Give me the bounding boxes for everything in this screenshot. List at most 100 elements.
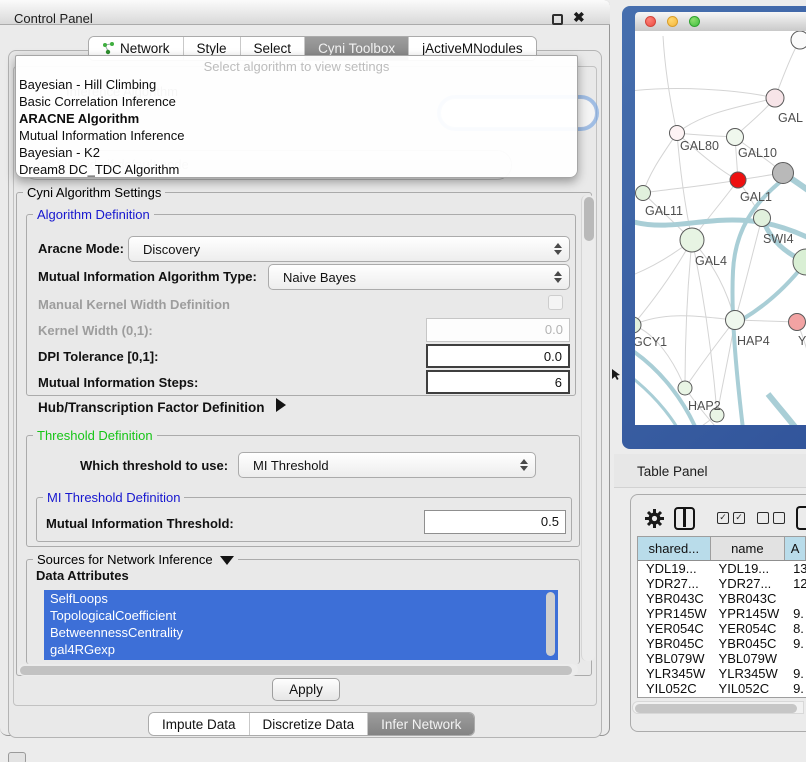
mi-threshold-input[interactable]: 0.5 (424, 510, 566, 534)
settings-horizontal-scrollbar[interactable] (18, 664, 578, 676)
network-node-gal10[interactable] (727, 129, 744, 146)
table-cell: 8. (785, 621, 806, 636)
unchecked-checkbox-icon[interactable] (757, 512, 769, 524)
dropdown-item[interactable]: ARACNE Algorithm (16, 110, 577, 127)
table-cell: 9. (785, 681, 806, 696)
table-row[interactable]: YBR043CYBR043C (638, 591, 806, 606)
network-node-gal1[interactable] (730, 172, 746, 188)
dropdown-item[interactable]: Basic Correlation Inference (16, 93, 577, 110)
mi-steps-input[interactable]: 6 (426, 370, 570, 394)
network-node-gal4[interactable] (680, 228, 704, 252)
attributes-list-scrollbar[interactable] (546, 592, 556, 658)
network-node[interactable] (793, 249, 806, 275)
kernel-width-input[interactable]: 0.0 (426, 318, 570, 342)
table-cell: 9. (785, 636, 806, 651)
node-table[interactable]: shared...nameA YDL19...YDL19...13YDR27..… (637, 536, 806, 698)
unchecked-checkbox-icon[interactable] (773, 512, 785, 524)
network-node[interactable] (791, 31, 806, 49)
tab-infer-network[interactable]: Infer Network (368, 713, 474, 735)
manual-kernel-checkbox[interactable] (548, 295, 563, 310)
table-cell: 9. (785, 606, 806, 621)
table-row[interactable]: YDL19...YDL19...13 (638, 561, 806, 576)
expand-arrow-icon[interactable] (276, 398, 286, 412)
minimize-traffic-light-icon[interactable] (667, 16, 678, 27)
hub-section-label: Hub/Transcription Factor Definition (38, 400, 265, 415)
attribute-list-item[interactable]: BetweennessCentrality (44, 624, 558, 641)
network-node-gal11[interactable] (636, 186, 651, 201)
apply-button[interactable]: Apply (272, 678, 340, 701)
gear-icon[interactable] (644, 508, 665, 529)
collapsed-panel-button[interactable] (8, 752, 26, 762)
table-cell: YBR043C (711, 591, 786, 606)
table-cell: YLR345W (638, 666, 711, 681)
which-threshold-select[interactable]: MI Threshold (238, 452, 536, 478)
stepper-arrows-icon (551, 271, 569, 283)
dropdown-item[interactable]: Mutual Information Inference (16, 127, 577, 144)
network-node-gcy1[interactable] (635, 317, 641, 333)
dropdown-placeholder: Select algorithm to view settings (16, 56, 577, 76)
mi-steps-label: Mutual Information Steps: (38, 375, 198, 390)
data-attributes-list[interactable]: SelfLoopsTopologicalCoefficientBetweenne… (44, 590, 558, 660)
network-node-gal[interactable] (766, 89, 784, 107)
mi-type-select[interactable]: Naive Bayes (268, 264, 570, 290)
tab-discretize-data[interactable]: Discretize Data (250, 713, 369, 735)
split-columns-icon[interactable] (674, 507, 695, 530)
dpi-tolerance-input[interactable]: 0.0 (426, 344, 570, 368)
table-cell: 9. (785, 666, 806, 681)
network-node-swi4[interactable] (754, 210, 771, 227)
close-traffic-light-icon[interactable] (645, 16, 656, 27)
node-label: GAL11 (645, 204, 683, 218)
table-cell: YBL079W (638, 651, 711, 666)
settings-vertical-scrollbar[interactable] (581, 195, 595, 661)
table-cell: YER054C (638, 621, 711, 636)
float-window-icon[interactable] (552, 14, 563, 25)
dpi-tolerance-label: DPI Tolerance [0,1]: (38, 349, 158, 364)
column-header-A[interactable]: A (785, 537, 806, 560)
network-node-y[interactable] (789, 314, 806, 331)
table-cell: 12 (785, 576, 806, 591)
table-cell: YDR27... (638, 576, 711, 591)
mi-type-label: Mutual Information Algorithm Type: (38, 269, 257, 284)
network-node-hap4[interactable] (726, 311, 745, 330)
node-label: Y (798, 334, 806, 348)
checked-checkbox-icon[interactable]: ✓ (733, 512, 745, 524)
network-canvas[interactable]: GALGAL80GAL10GAL1GAL11SWI4GAL4GCY1HAP4YH… (635, 31, 806, 425)
table-row[interactable]: YER054CYER054C8. (638, 621, 806, 636)
stepper-arrows-icon (551, 243, 569, 255)
checked-checkbox-icon[interactable]: ✓ (717, 512, 729, 524)
table-row[interactable]: YBL079WYBL079W (638, 651, 806, 666)
table-cell: YIL052C (711, 681, 786, 696)
table-cell: 13 (785, 561, 806, 576)
dropdown-item[interactable]: Bayesian - Hill Climbing (16, 76, 577, 93)
table-row[interactable]: YDR27...YDR27...12 (638, 576, 806, 591)
attribute-list-item[interactable]: gal4RGexp (44, 641, 558, 658)
partial-toolbar-icon[interactable] (796, 506, 806, 530)
kernel-width-label: Kernel Width (0,1): (38, 323, 153, 338)
network-graph: GALGAL80GAL10GAL1GAL11SWI4GAL4GCY1HAP4YH… (635, 31, 806, 425)
table-cell: YDL19... (711, 561, 786, 576)
attribute-list-item[interactable]: TopologicalCoefficient (44, 607, 558, 624)
collapse-arrow-icon[interactable] (220, 556, 234, 565)
table-horizontal-scrollbar[interactable] (632, 701, 804, 714)
close-icon[interactable]: ✖ (573, 9, 585, 26)
zoom-traffic-light-icon[interactable] (689, 16, 700, 27)
tab-impute-data[interactable]: Impute Data (149, 713, 250, 735)
table-row[interactable]: YPR145WYPR145W9. (638, 606, 806, 621)
node-label: GAL4 (695, 254, 727, 268)
table-row[interactable]: YBR045CYBR045C9. (638, 636, 806, 651)
column-header-name[interactable]: name (711, 537, 786, 560)
which-threshold-value: MI Threshold (239, 458, 517, 473)
dropdown-item[interactable]: Bayesian - K2 (16, 144, 577, 161)
network-node[interactable] (773, 163, 794, 184)
table-row[interactable]: YIL052CYIL052C9. (638, 681, 806, 696)
mi-threshold-label: Mutual Information Threshold: (46, 516, 234, 531)
aracne-mode-select[interactable]: Discovery (128, 236, 570, 262)
column-header-shared...[interactable]: shared... (638, 537, 711, 560)
attribute-list-item[interactable]: SelfLoops (44, 590, 558, 607)
dropdown-item[interactable]: Dream8 DC_TDC Algorithm (16, 161, 577, 178)
table-cell: YBR045C (711, 636, 786, 651)
network-node-hap2[interactable] (678, 381, 692, 395)
network-window-titlebar[interactable] (635, 12, 806, 31)
table-row[interactable]: YLR345WYLR345W9. (638, 666, 806, 681)
mouse-cursor (612, 369, 621, 381)
